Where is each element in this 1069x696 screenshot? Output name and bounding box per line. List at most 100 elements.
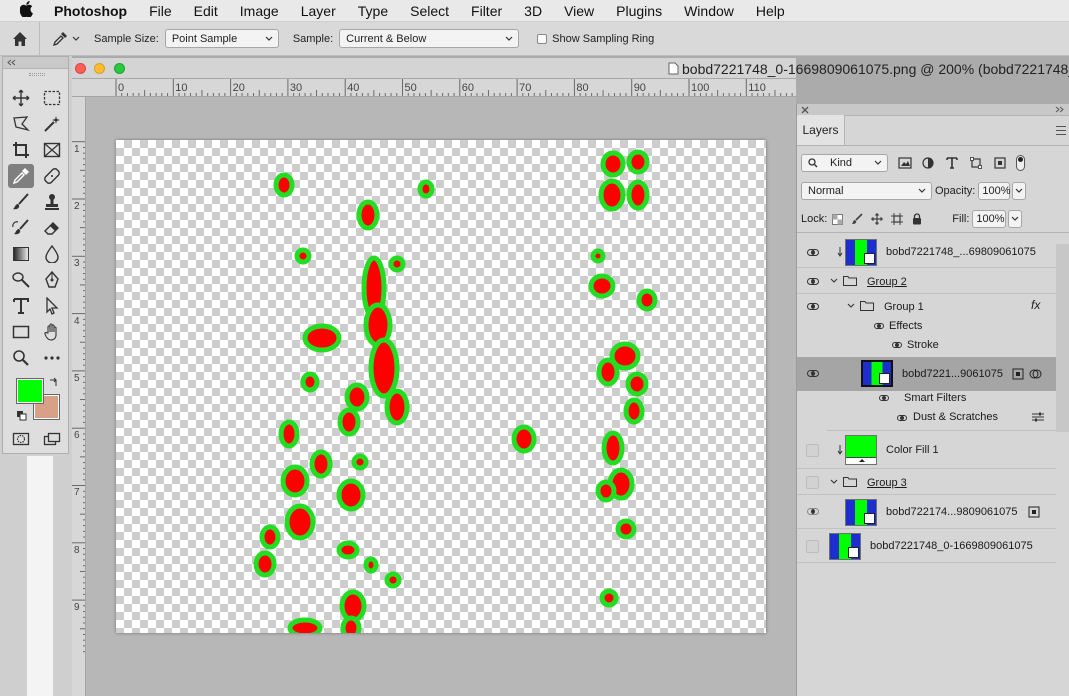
visibility-eye-icon[interactable] [807, 278, 819, 285]
more-tools[interactable] [39, 346, 65, 370]
swap-colors-icon[interactable] [48, 377, 59, 388]
lock-all-icon[interactable] [912, 213, 922, 225]
vertical-ruler[interactable]: 1 2 3 4 5 6 7 8 9 [72, 97, 86, 696]
magic-wand-tool[interactable] [39, 112, 65, 136]
close-panel-icon[interactable] [801, 106, 809, 114]
foreground-color-swatch[interactable] [17, 379, 43, 403]
collapse-panel-icon[interactable] [1055, 106, 1065, 113]
visibility-eye-icon[interactable] [874, 323, 884, 329]
visibility-eye-icon[interactable] [879, 395, 889, 401]
filter-smart-object-icon[interactable] [994, 157, 1006, 169]
pen-tool[interactable] [39, 268, 65, 292]
visibility-eye-icon[interactable] [807, 370, 819, 377]
menu-filter[interactable]: Filter [471, 3, 502, 19]
fill-dropdown[interactable] [1008, 210, 1023, 228]
menu-image[interactable]: Image [240, 3, 279, 19]
document-canvas[interactable] [116, 140, 766, 633]
eraser-tool[interactable] [39, 216, 65, 240]
tool-preset-picker[interactable] [52, 31, 80, 47]
layer-row[interactable]: bobd7221748_0-1669809061075 [797, 530, 1056, 563]
filter-options-icon[interactable] [1032, 412, 1044, 422]
dodge-tool[interactable] [8, 268, 34, 292]
layer-row[interactable]: Color Fill 1 [797, 432, 1056, 469]
filter-shape-icon[interactable] [970, 157, 982, 169]
filter-kind-select[interactable]: Kind [801, 154, 888, 172]
chevron-down-icon[interactable] [847, 303, 855, 309]
move-tool[interactable] [8, 86, 34, 110]
zoom-window-button[interactable] [114, 63, 125, 74]
quick-mask-button[interactable] [8, 427, 34, 451]
default-colors-icon[interactable] [16, 410, 27, 421]
layers-scrollbar[interactable] [1056, 244, 1069, 432]
menu-3d[interactable]: 3D [524, 3, 542, 19]
rectangle-tool[interactable] [8, 320, 34, 344]
layer-row[interactable]: bobd722174...9809061075 [797, 496, 1056, 529]
sampling-ring-checkbox[interactable] [537, 33, 548, 44]
tab-layers[interactable]: Layers [797, 115, 845, 145]
filter-adjustment-icon[interactable] [922, 157, 934, 169]
gradient-tool[interactable] [8, 242, 34, 266]
sample-size-select[interactable]: Point Sample [164, 29, 279, 48]
lock-paint-icon[interactable] [851, 213, 863, 225]
layer-row[interactable]: Group 3 [797, 470, 1056, 495]
visibility-eye-icon-dimmed[interactable] [807, 508, 819, 515]
filter-pixel-icon[interactable] [898, 157, 912, 169]
home-button[interactable] [0, 21, 40, 56]
screen-mode-button[interactable] [39, 427, 65, 451]
menu-help[interactable]: Help [756, 3, 785, 19]
visibility-toggle-empty[interactable] [806, 540, 819, 553]
history-brush-tool[interactable] [8, 216, 34, 240]
menu-select[interactable]: Select [410, 3, 449, 19]
menu-window[interactable]: Window [684, 3, 734, 19]
document-tab[interactable]: bobd7221748_0-1669809061075.png @ 200% (… [72, 58, 1069, 79]
menu-type[interactable]: Type [358, 3, 388, 19]
canvas-area[interactable] [87, 98, 796, 696]
filter-type-icon[interactable] [946, 157, 958, 169]
chevron-down-icon[interactable] [830, 278, 838, 284]
apple-menu-icon[interactable] [18, 0, 36, 21]
menu-layer[interactable]: Layer [301, 3, 336, 19]
menu-edit[interactable]: Edit [194, 3, 218, 19]
healing-brush-tool[interactable] [39, 164, 65, 188]
type-tool[interactable] [8, 294, 34, 318]
layer-row-selected[interactable]: bobd7221...9061075 [797, 357, 1056, 391]
hand-tool[interactable] [39, 320, 65, 344]
fill-input[interactable]: 100% [972, 210, 1007, 228]
visibility-eye-icon[interactable] [892, 342, 902, 348]
menu-plugins[interactable]: Plugins [616, 3, 662, 19]
opacity-dropdown[interactable] [1012, 182, 1027, 200]
lasso-tool[interactable] [8, 112, 34, 136]
lock-transparent-icon[interactable] [832, 213, 844, 225]
menu-view[interactable]: View [564, 3, 594, 19]
horizontal-ruler[interactable]: 0102030405060708090100110120130140150160 [72, 79, 796, 97]
blend-mode-select[interactable]: Normal [801, 182, 932, 200]
lock-artboard-icon[interactable] [891, 213, 904, 225]
path-selection-tool[interactable] [39, 294, 65, 318]
panel-menu-icon[interactable] [1056, 126, 1066, 135]
zoom-tool[interactable] [8, 346, 34, 370]
minimize-window-button[interactable] [94, 63, 105, 74]
menu-file[interactable]: File [149, 3, 172, 19]
layer-row[interactable]: Group 2 [797, 269, 1056, 294]
visibility-toggle-empty[interactable] [806, 476, 819, 489]
visibility-toggle-empty[interactable] [806, 444, 819, 457]
filter-toggle-switch[interactable] [1016, 155, 1025, 171]
tools-panel-header[interactable] [3, 57, 68, 69]
visibility-eye-icon[interactable] [897, 415, 907, 421]
visibility-eye-icon[interactable] [807, 303, 819, 310]
lock-position-icon[interactable] [871, 213, 884, 225]
clone-stamp-tool[interactable] [39, 190, 65, 214]
visibility-eye-icon[interactable] [807, 249, 819, 256]
blur-tool[interactable] [39, 242, 65, 266]
fx-icon[interactable]: fx [1031, 298, 1040, 312]
opacity-input[interactable]: 100% [978, 182, 1011, 200]
brush-tool[interactable] [8, 190, 34, 214]
frame-tool[interactable] [39, 138, 65, 162]
layer-row[interactable]: bobd7221748_...69809061075 [797, 237, 1056, 268]
sample-select[interactable]: Current & Below [339, 29, 520, 48]
close-window-button[interactable] [75, 63, 86, 74]
marquee-tool[interactable] [39, 86, 65, 110]
menu-app-name[interactable]: Photoshop [54, 3, 127, 19]
tools-grip[interactable] [29, 73, 45, 76]
eyedropper-tool[interactable] [8, 164, 34, 188]
